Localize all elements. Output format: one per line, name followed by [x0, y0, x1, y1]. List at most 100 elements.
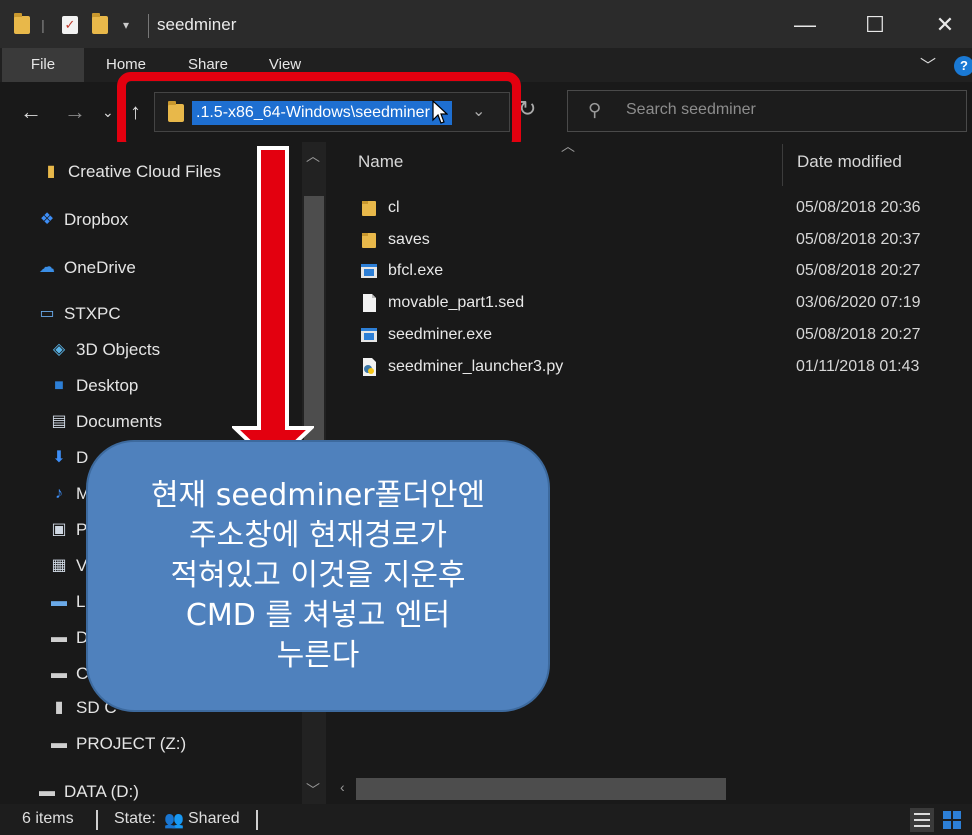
back-arrow-icon[interactable]: ← [20, 100, 42, 124]
separator: | [41, 17, 45, 33]
nav-item-3d-objects[interactable]: ◈ 3D Objects [48, 334, 160, 366]
column-separator[interactable] [782, 144, 783, 186]
callout-line: 현재 seedminer폴더안엔 [150, 478, 486, 513]
help-icon[interactable]: ? [954, 56, 972, 76]
nav-item-pictures[interactable]: ▣ P [48, 514, 87, 546]
documents-icon: ▤ [51, 413, 67, 430]
nav-item-creative-cloud[interactable]: ▮ Creative Cloud Files [40, 156, 221, 188]
search-icon: ⚲ [588, 100, 602, 120]
nav-item-drive-c[interactable]: ▬ C [48, 658, 88, 690]
drive-icon: ▬ [51, 629, 67, 646]
exe-icon [361, 264, 377, 278]
file-row[interactable]: bfcl.exe 05/08/2018 20:27 [356, 256, 972, 286]
nav-item-stxpc[interactable]: ▭ STXPC [36, 298, 121, 330]
status-separator [96, 810, 98, 830]
close-button[interactable]: ✕ [922, 8, 968, 42]
expand-ribbon-icon[interactable]: ﹀ [920, 52, 936, 76]
drive-icon: ▬ [51, 593, 67, 610]
shared-users-icon: 👥 [164, 812, 184, 829]
status-separator [256, 810, 258, 830]
large-icons-view-icon[interactable] [940, 808, 964, 832]
file-name: saves [388, 231, 430, 248]
folder-icon[interactable] [12, 13, 32, 36]
nav-item-label: OneDrive [64, 258, 136, 277]
videos-icon: ▦ [51, 557, 67, 574]
file-name: seedminer.exe [388, 326, 493, 343]
nav-item-project-z[interactable]: ▬ PROJECT (Z:) [48, 728, 186, 760]
nav-item-onedrive[interactable]: ☁ OneDrive [36, 252, 136, 284]
file-row[interactable]: movable_part1.sed 03/06/2020 07:19 [356, 288, 972, 318]
window-title: seedminer [157, 15, 237, 34]
music-icon: ♪ [55, 485, 63, 502]
file-date: 05/08/2018 20:27 [796, 326, 921, 343]
file-date: 05/08/2018 20:37 [796, 231, 921, 248]
exe-icon [361, 328, 377, 342]
file-name: bfcl.exe [388, 262, 444, 279]
nav-item-documents[interactable]: ▤ Documents [48, 406, 162, 438]
nav-item-videos[interactable]: ▦ V [48, 550, 87, 582]
downloads-icon: ⬇ [52, 449, 66, 466]
dropbox-icon: ❖ [39, 211, 55, 228]
state-label: State: [114, 810, 156, 827]
file-icon [363, 294, 376, 312]
file-row[interactable]: seedminer.exe 05/08/2018 20:27 [356, 320, 972, 350]
file-name: seedminer_launcher3.py [388, 358, 564, 375]
forward-arrow-icon[interactable]: → [64, 100, 86, 124]
nav-item-label: Desktop [76, 376, 139, 395]
column-header-name[interactable]: Name [358, 152, 403, 172]
annotation-arrow [232, 146, 314, 467]
recent-locations-chevron-icon[interactable]: ⌄ [102, 100, 114, 124]
nav-item-label: 3D Objects [76, 340, 161, 359]
callout-line: 누른다 [276, 638, 360, 673]
file-date: 01/11/2018 01:43 [796, 358, 920, 375]
sort-ascending-icon: ︿ [561, 138, 575, 154]
computer-icon: ▭ [39, 305, 55, 322]
new-folder-icon[interactable] [90, 13, 110, 36]
status-bar: 6 items State: 👥 Shared [0, 804, 972, 835]
file-row[interactable]: cl 05/08/2018 20:36 [356, 193, 972, 223]
customize-toolbar-icon[interactable]: ▾ [118, 14, 134, 36]
nav-item-label: D [76, 448, 89, 467]
desktop-icon: ■ [54, 377, 64, 394]
tab-file[interactable]: File [2, 48, 84, 82]
file-date: 05/08/2018 20:27 [796, 262, 921, 279]
nav-item-local-disk[interactable]: ▬ L [48, 586, 85, 618]
python-file-icon [363, 358, 376, 376]
nav-item-label: Dropbox [64, 210, 129, 229]
item-count: 6 items [22, 810, 74, 827]
file-row[interactable]: saves 05/08/2018 20:37 [356, 225, 972, 255]
nav-item-label: Creative Cloud Files [68, 162, 222, 181]
callout-line: 적혀있고 이것을 지운후 [170, 558, 466, 593]
horizontal-scrollbar-thumb[interactable] [356, 778, 726, 800]
nav-item-label: Documents [76, 412, 162, 431]
network-drive-icon: ▬ [51, 735, 67, 752]
nav-item-drive-d[interactable]: ▬ D [48, 622, 88, 654]
nav-item-desktop[interactable]: ■ Desktop [48, 370, 138, 402]
file-name: cl [388, 199, 400, 216]
nav-item-dropbox[interactable]: ❖ Dropbox [36, 204, 128, 236]
callout-line: CMD 를 쳐넣고 엔터 [185, 598, 451, 633]
file-row[interactable]: seedminer_launcher3.py 01/11/2018 01:43 [356, 352, 972, 382]
nav-item-label: STXPC [64, 304, 121, 323]
nav-item-label: PROJECT (Z:) [76, 734, 187, 753]
drive-icon: ▬ [39, 783, 55, 800]
nav-item-label: DATA (D:) [64, 782, 139, 801]
column-header-date[interactable]: Date modified [797, 152, 902, 172]
maximize-button[interactable]: ☐ [852, 8, 898, 42]
shared-status: Shared [188, 810, 240, 827]
file-date: 03/06/2020 07:19 [796, 294, 921, 311]
properties-icon[interactable]: ✓ [60, 14, 80, 36]
sd-card-icon: ▮ [54, 699, 64, 716]
nav-item-music[interactable]: ♪ M [48, 478, 90, 510]
search-placeholder[interactable]: Search seedminer [626, 101, 756, 119]
details-view-icon[interactable] [910, 808, 934, 832]
onedrive-icon: ☁ [39, 259, 55, 276]
3d-objects-icon: ◈ [52, 341, 66, 358]
creative-cloud-icon: ▮ [46, 163, 56, 180]
folder-icon [362, 233, 376, 248]
folder-icon [362, 201, 376, 216]
scroll-left-icon[interactable]: ‹ [340, 779, 345, 795]
minimize-button[interactable]: — [782, 8, 828, 42]
nav-item-downloads[interactable]: ⬇ D [48, 442, 88, 474]
scroll-down-icon[interactable]: ﹀ [306, 780, 320, 800]
